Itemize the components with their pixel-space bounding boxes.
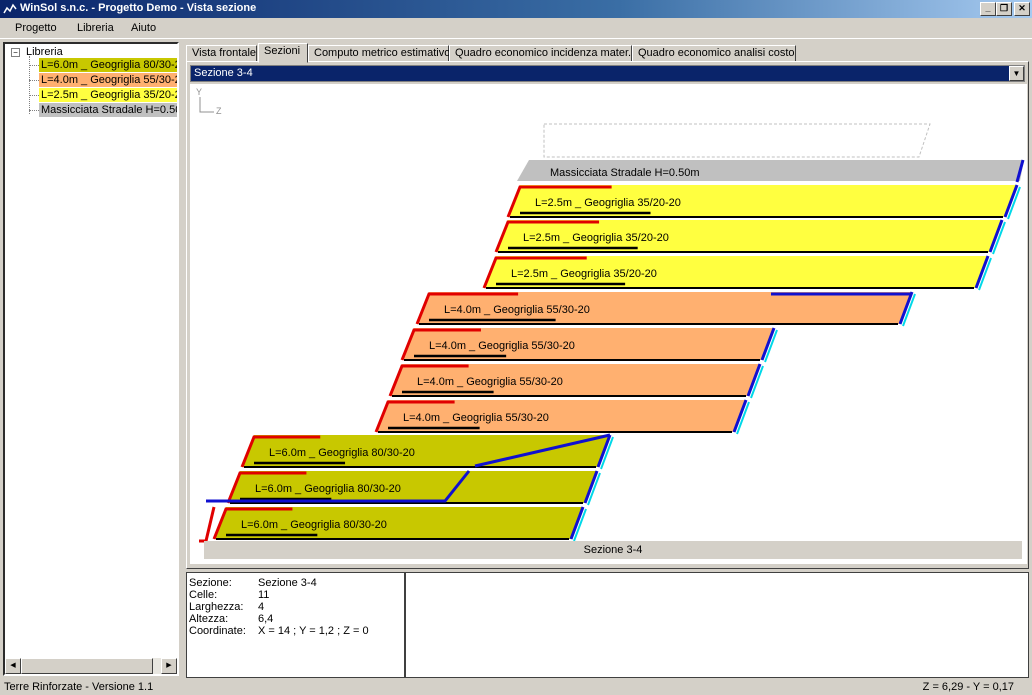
tree-connector <box>29 65 39 66</box>
layer-label: L=2.5m _ Geogriglia 35/20-20 <box>523 232 669 244</box>
section-canvas[interactable]: Y Z Massicciata Stradale H=0.50m L=2.5m _ G… <box>190 84 1027 564</box>
app-icon <box>3 3 17 14</box>
library-tree: − Libreria L=6.0m _ Geogriglia 80/30-20 L… <box>3 42 179 676</box>
tab-sezioni[interactable]: Sezioni <box>258 43 308 63</box>
scroll-left-icon[interactable]: ◀ <box>5 658 21 674</box>
minimize-button[interactable]: _ <box>980 2 996 16</box>
axis-z-label: Z <box>216 106 222 116</box>
layer-label: L=4.0m _ Geogriglia 55/30-20 <box>403 412 549 424</box>
section-info: Sezione: Sezione 3-4 Celle: 11 Larghezza: 4… <box>187 573 406 677</box>
section-drawing: Y Z Massicciata Stradale H=0.50m L=2.5m _ G… <box>196 87 1025 543</box>
layer-label: L=2.5m _ Geogriglia 35/20-20 <box>511 268 657 280</box>
section-footer-label: Sezione 3-4 <box>204 541 1022 559</box>
axis-icon <box>199 97 214 113</box>
layer-label: L=2.5m _ Geogriglia 35/20-20 <box>535 197 681 209</box>
info-row-celle: Celle: 11 <box>189 589 270 601</box>
menu-libreria[interactable]: Libreria <box>77 22 114 34</box>
title-bar: WinSol s.n.c. - Progetto Demo - Vista se… <box>0 0 1032 18</box>
layer-label: L=4.0m _ Geogriglia 55/30-20 <box>444 304 590 316</box>
tree-connector <box>29 95 39 96</box>
restore-button[interactable]: ❐ <box>996 2 1012 16</box>
info-row-larghezza: Larghezza: 4 <box>189 601 265 613</box>
road-outline <box>543 123 931 158</box>
window-title: WinSol s.n.c. - Progetto Demo - Vista se… <box>20 2 257 14</box>
base-facing <box>199 506 216 543</box>
axis-y-label: Y <box>196 87 202 97</box>
tree-item-geogriglia-35[interactable]: L=2.5m _ Geogriglia 35/20-20 <box>39 88 177 102</box>
menu-progetto[interactable]: Progetto <box>15 22 57 34</box>
info-row-sezione: Sezione: Sezione 3-4 <box>189 577 317 589</box>
tab-quadro-incidenza[interactable]: Quadro economico incidenza mater. <box>449 45 632 62</box>
info-panel: Sezione: Sezione 3-4 Celle: 11 Larghezza: 4… <box>186 572 1029 678</box>
tree-item-massicciata[interactable]: Massicciata Stradale H=0.50m <box>39 103 177 117</box>
layer-label: L=6.0m _ Geogriglia 80/30-20 <box>241 519 387 531</box>
scroll-thumb[interactable] <box>21 658 153 674</box>
status-bar: Terre Rinforzate - Versione 1.1 Z = 6,29… <box>0 680 1032 695</box>
info-row-altezza: Altezza: 6,4 <box>189 613 274 625</box>
layer-label: L=4.0m _ Geogriglia 55/30-20 <box>417 376 563 388</box>
layer-label: L=6.0m _ Geogriglia 80/30-20 <box>255 483 401 495</box>
collapse-icon[interactable]: − <box>11 47 20 57</box>
tab-quadro-analisi[interactable]: Quadro economico analisi costo <box>632 45 796 62</box>
section-select-value: Sezione 3-4 <box>194 67 253 79</box>
layer-label: L=4.0m _ Geogriglia 55/30-20 <box>429 340 575 352</box>
status-coordinates: Z = 6,29 - Y = 0,17 <box>922 681 1014 693</box>
menu-bar: Progetto Libreria Aiuto <box>0 19 1032 39</box>
tree-item-geogriglia-55[interactable]: L=4.0m _ Geogriglia 55/30-20 <box>39 73 177 87</box>
section-select[interactable]: Sezione 3-4 ▼ <box>190 65 1025 82</box>
road-base-label: Massicciata Stradale H=0.50m <box>550 167 699 179</box>
info-row-coordinate: Coordinate: X = 14 ; Y = 1,2 ; Z = 0 <box>189 625 369 637</box>
dropdown-arrow-icon[interactable]: ▼ <box>1009 66 1024 81</box>
tab-vista-frontale[interactable]: Vista frontale <box>186 45 257 62</box>
tree-item-geogriglia-80[interactable]: L=6.0m _ Geogriglia 80/30-20 <box>39 58 177 72</box>
scroll-right-icon[interactable]: ▶ <box>161 658 177 674</box>
layer-label: L=6.0m _ Geogriglia 80/30-20 <box>269 447 415 459</box>
section-view-panel: Sezione 3-4 ▼ Y Z Massicciata Stradale H=0… <box>186 61 1029 569</box>
tree-root-label: Libreria <box>26 46 63 58</box>
status-version: Terre Rinforzate - Versione 1.1 <box>4 681 154 693</box>
tree-connector <box>29 110 39 111</box>
tab-computo-metrico[interactable]: Computo metrico estimativo <box>308 45 450 62</box>
close-button[interactable]: ✕ <box>1014 2 1030 16</box>
tree-connector <box>29 80 39 81</box>
horizontal-scrollbar[interactable]: ◀ ▶ <box>5 658 177 674</box>
app-window: WinSol s.n.c. - Progetto Demo - Vista se… <box>0 0 1032 695</box>
tree-root[interactable]: − Libreria <box>11 46 63 58</box>
menu-aiuto[interactable]: Aiuto <box>131 22 156 34</box>
